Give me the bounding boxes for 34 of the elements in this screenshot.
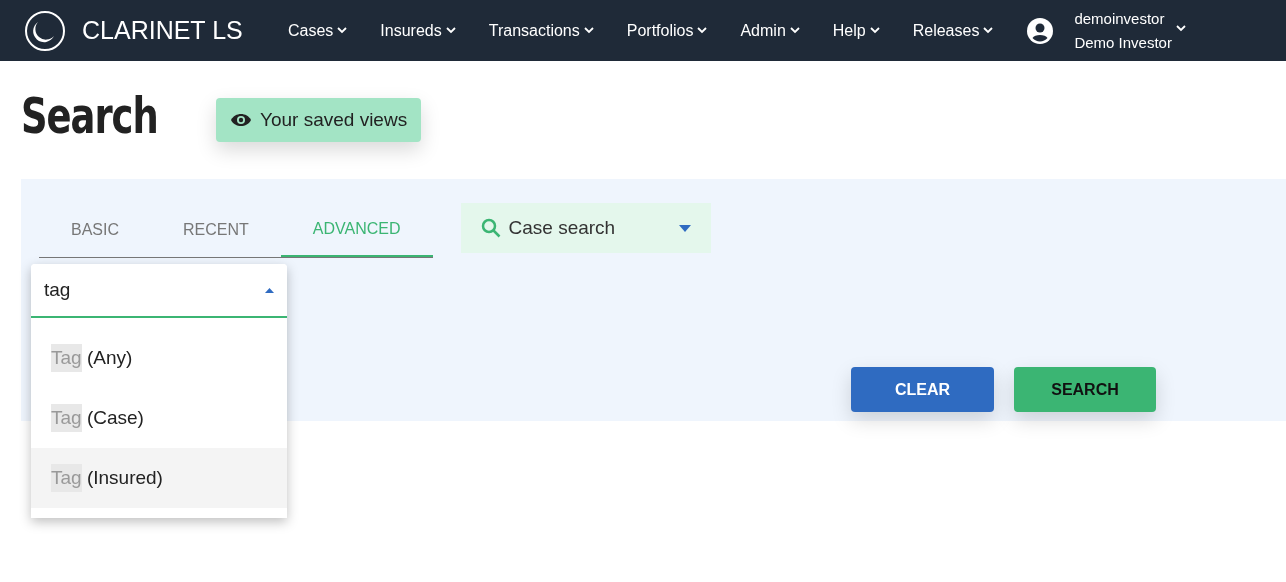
chevron-down-icon: [1175, 25, 1186, 32]
logo-icon: [24, 9, 66, 52]
page-title: Search: [21, 91, 159, 141]
dropdown-option[interactable]: Tag (Any): [31, 328, 287, 388]
username[interactable]: demoinvestor: [1074, 6, 1172, 31]
chevron-down-icon: [583, 27, 594, 34]
search-button[interactable]: SEARCH: [1014, 367, 1156, 412]
chevron-down-icon: [697, 27, 708, 34]
chevron-down-icon: [983, 27, 994, 34]
nav-menu[interactable]: Transactions: [488, 18, 594, 43]
eye-icon: [230, 113, 252, 127]
clear-button[interactable]: CLEAR: [851, 367, 994, 412]
user-avatar-icon[interactable]: [1027, 17, 1054, 44]
nav-menu[interactable]: Help: [832, 18, 880, 43]
search-tab[interactable]: RECENT: [151, 203, 281, 257]
dropdown-option[interactable]: Tag (Insured): [31, 448, 287, 508]
nav-menu[interactable]: Insureds: [380, 18, 456, 43]
saved-views-button[interactable]: Your saved views: [216, 98, 422, 142]
user-full-name[interactable]: Demo Investor: [1074, 30, 1172, 55]
search-icon: [480, 218, 501, 238]
field-search-input[interactable]: tag: [31, 264, 287, 318]
nav-menu[interactable]: Cases: [288, 18, 348, 43]
chevron-down-icon: [789, 27, 800, 34]
caret-down-icon: [678, 224, 691, 232]
dropdown-option[interactable]: Tag (Case): [31, 388, 287, 448]
brand-name[interactable]: CLARINET LS: [82, 11, 262, 50]
search-type-select[interactable]: Case search: [460, 203, 711, 253]
nav-menu[interactable]: Admin: [740, 18, 800, 43]
chevron-down-icon: [869, 27, 880, 34]
nav-menu[interactable]: Portfolios: [626, 18, 708, 43]
nav-menu[interactable]: Releases: [912, 18, 994, 43]
search-tab[interactable]: BASIC: [39, 203, 151, 257]
chevron-down-icon: [337, 27, 348, 34]
chevron-down-icon: [445, 27, 456, 34]
